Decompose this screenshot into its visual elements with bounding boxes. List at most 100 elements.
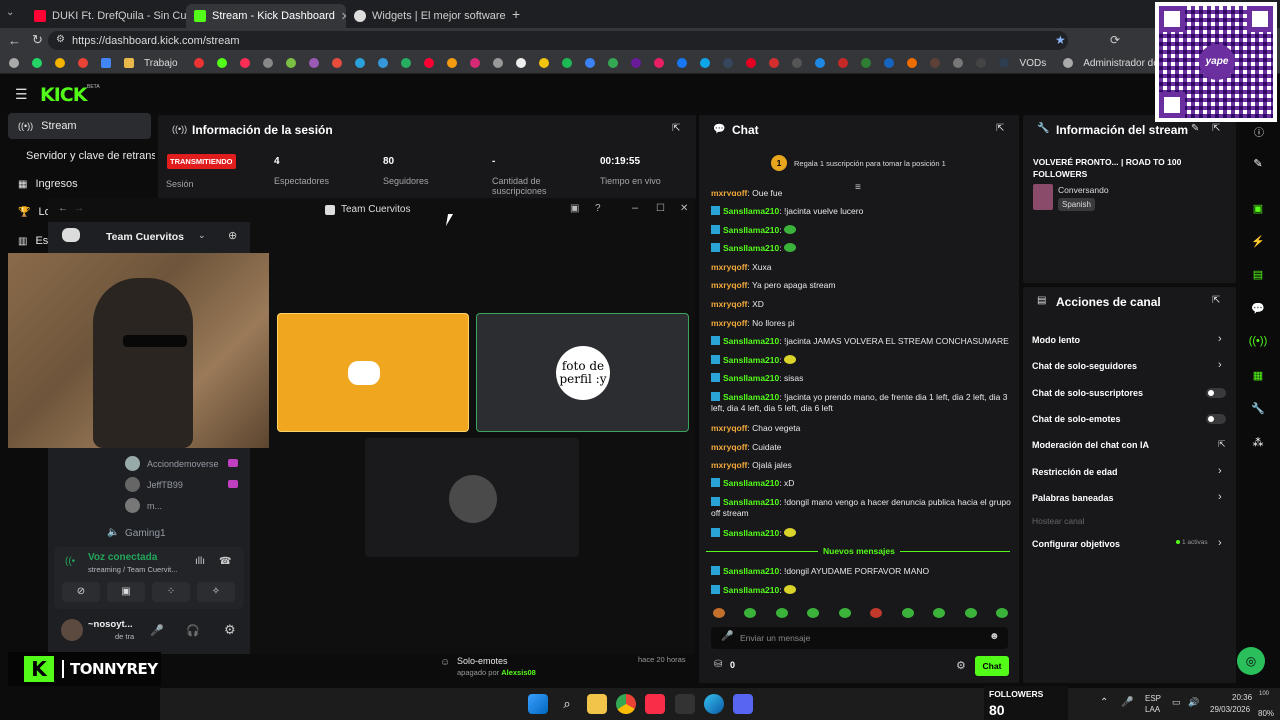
bookmark-icon[interactable] (583, 58, 598, 68)
chat-user[interactable]: Sansllama210 (723, 206, 779, 216)
bookmark-icon[interactable] (951, 58, 966, 68)
chat-user[interactable]: Sansllama210 (723, 243, 779, 253)
emote-icon[interactable] (870, 608, 883, 618)
category-name[interactable]: Conversando (1058, 185, 1109, 195)
tumblr-icon[interactable] (721, 58, 736, 68)
action-ai-moderation[interactable]: Moderación del chat con IA (1032, 440, 1149, 450)
help-icon[interactable]: ? (595, 203, 601, 214)
popout-icon[interactable]: ⇱ (1212, 123, 1220, 134)
bookmark-icon[interactable] (790, 58, 805, 68)
action-slow-mode[interactable]: Modo lento (1032, 335, 1080, 345)
chevron-right-icon[interactable]: › (1218, 537, 1222, 549)
chat-user[interactable]: mxryqoff (711, 188, 747, 196)
minimize-icon[interactable]: – (632, 202, 638, 214)
bookmark-icon[interactable] (836, 58, 851, 68)
discord-logo-icon[interactable] (62, 228, 80, 242)
chevron-down-icon[interactable]: ⌄ (198, 230, 206, 241)
bookmark-star-icon[interactable]: ★ (1055, 33, 1069, 47)
back-icon[interactable]: ← (8, 33, 21, 48)
pinterest-icon[interactable] (744, 58, 759, 68)
chat-user[interactable]: mxryqoff (711, 460, 747, 470)
streamer-tile[interactable] (365, 438, 579, 557)
mic-icon[interactable]: 🎤 (150, 624, 164, 637)
bookmark-icon[interactable] (491, 58, 506, 68)
member-name[interactable]: JeffTB99 (147, 480, 183, 490)
member-name[interactable]: Acciondemoverse (147, 459, 219, 469)
sidebar-item-lo[interactable]: 🏆 Lo (8, 199, 51, 225)
chat-user[interactable]: Sansllama210 (723, 355, 779, 365)
action-subscribers-only[interactable]: Chat de solo-suscriptores (1032, 388, 1143, 398)
action-configure-goals[interactable]: Configurar objetivos (1032, 539, 1120, 549)
rail-panel-icon[interactable]: ▦ (1244, 362, 1272, 388)
bookmark-icon[interactable] (6, 58, 21, 68)
start-icon[interactable] (528, 694, 548, 714)
activities-icon[interactable]: ⁘ (152, 582, 190, 602)
extensions-icon[interactable]: ⟳ (1110, 33, 1120, 47)
chat-user[interactable]: mxryqoff (711, 262, 747, 272)
emotes-only-toggle[interactable] (1206, 414, 1226, 424)
user-name[interactable]: ~nosoyt... (88, 619, 133, 630)
search-icon[interactable]: ⌕ (557, 694, 577, 714)
chrome-icon[interactable] (616, 694, 636, 714)
chat-user[interactable]: Sansllama210 (723, 566, 779, 576)
voice-channel-name[interactable]: Gaming1 (125, 528, 166, 539)
chat-user[interactable]: Sansllama210 (723, 528, 779, 538)
bookmark-icon[interactable] (215, 58, 230, 68)
tray-mic-icon[interactable]: 🎤 (1121, 697, 1133, 708)
emote-icon[interactable] (775, 608, 788, 618)
site-info-icon[interactable]: ⚙ (56, 34, 65, 45)
chat-user[interactable]: Sansllama210 (723, 497, 779, 507)
folder-icon[interactable] (121, 58, 136, 68)
action-banned-words[interactable]: Palabras baneadas (1032, 493, 1114, 503)
popout-icon[interactable]: ⇱ (672, 123, 680, 134)
chat-user[interactable]: Sansllama210 (723, 336, 779, 346)
file-explorer-icon[interactable] (587, 694, 607, 714)
server-name[interactable]: Team Cuervitos (106, 231, 184, 243)
bookmark-trabajo[interactable]: Trabajo (144, 58, 178, 69)
bookmark-icon[interactable] (974, 58, 989, 68)
chevron-right-icon[interactable]: › (1218, 465, 1222, 477)
close-icon[interactable]: ✕ (680, 203, 688, 214)
emote-icon[interactable] (838, 608, 851, 618)
bookmark-icon[interactable] (997, 58, 1012, 68)
reload-icon[interactable]: ↻ (32, 32, 43, 48)
volume-icon[interactable]: 🔊 (1188, 697, 1199, 708)
edit-icon[interactable]: ✎ (1191, 123, 1199, 134)
edge-icon[interactable] (704, 694, 724, 714)
bookmark-icon[interactable] (629, 58, 644, 68)
headset-icon[interactable]: 🎧 (186, 624, 200, 637)
calendar-icon[interactable] (98, 58, 113, 68)
send-chat-button[interactable]: Chat (975, 656, 1009, 676)
instagram-icon[interactable] (468, 58, 483, 68)
maximize-icon[interactable]: ☐ (656, 203, 665, 214)
chat-user[interactable]: mxryqoff (711, 318, 747, 328)
user-avatar[interactable] (61, 619, 83, 641)
bookmark-icon[interactable] (445, 58, 460, 68)
action-emotes-only[interactable]: Chat de solo-emotes (1032, 414, 1121, 424)
emote-icon[interactable] (807, 608, 820, 618)
mic-icon[interactable]: 🎤 (721, 631, 733, 642)
chat-user[interactable]: Sansllama210 (723, 478, 779, 488)
tab-kick-dashboard[interactable]: Stream - Kick Dashboard ✕ (186, 4, 346, 28)
bookmark-icon[interactable] (928, 58, 943, 68)
voice-detail-icon[interactable]: ıllı (195, 556, 205, 567)
spotify-icon[interactable] (560, 58, 575, 68)
rail-wrench-icon[interactable]: 🔧 (1244, 395, 1272, 421)
member-avatar[interactable] (125, 498, 140, 513)
info-icon[interactable]: ⓘ (1254, 124, 1264, 139)
emote-icon[interactable] (901, 608, 914, 618)
rail-group-icon[interactable]: ⁂ (1244, 429, 1272, 455)
gmail-icon[interactable] (75, 58, 90, 68)
chevron-right-icon[interactable]: › (1218, 333, 1222, 345)
rail-tool-icon[interactable]: ▣ (1244, 195, 1272, 221)
bookmark-icon[interactable] (767, 58, 782, 68)
subscribers-only-toggle[interactable] (1206, 388, 1226, 398)
discord-back-icon[interactable]: ← (58, 203, 68, 214)
sidebar-item-stream[interactable]: ((•)) Stream (8, 113, 151, 139)
disconnect-icon[interactable]: ☎ (219, 556, 231, 567)
member-avatar[interactable] (125, 477, 140, 492)
chevron-right-icon[interactable]: › (1218, 359, 1222, 371)
popout-icon[interactable]: ⇱ (1212, 295, 1220, 306)
bookmark-icon[interactable] (399, 58, 414, 68)
points-icon[interactable]: ⛁ (714, 659, 722, 670)
